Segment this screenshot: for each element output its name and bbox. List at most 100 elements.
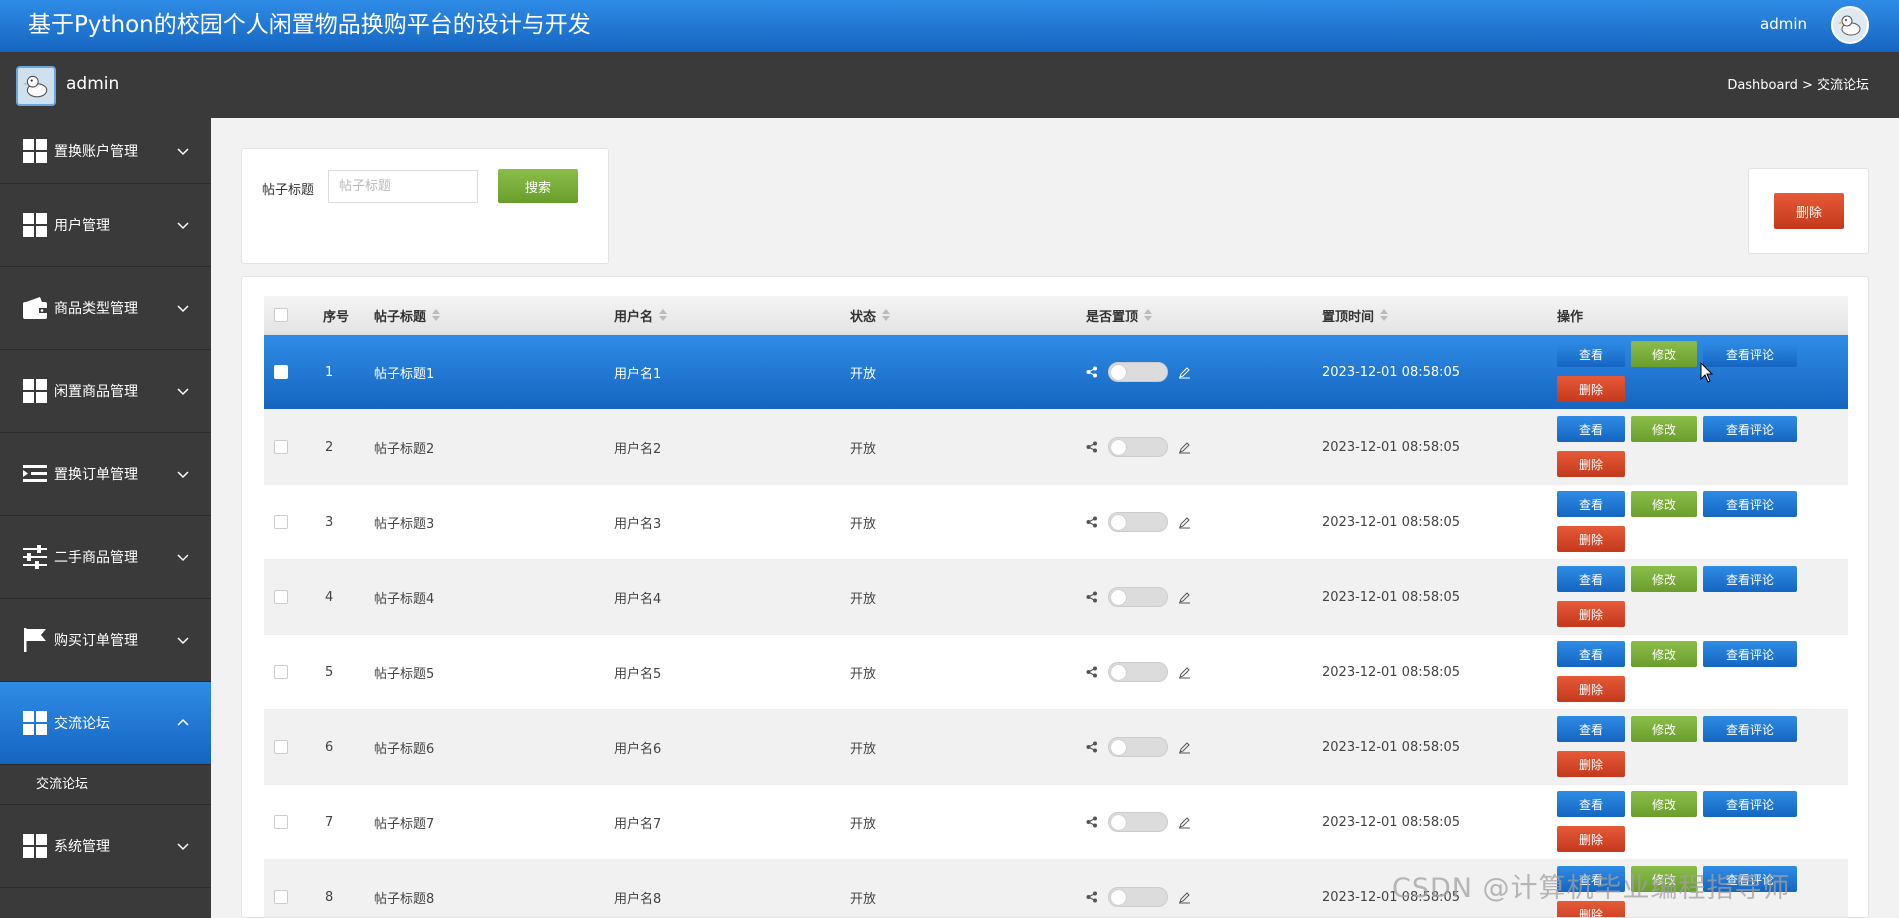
- pin-toggle[interactable]: [1108, 437, 1168, 457]
- row-checkbox[interactable]: [274, 890, 288, 904]
- sort-icon[interactable]: [432, 309, 441, 321]
- view-comments-button[interactable]: 查看评论: [1703, 491, 1797, 517]
- delete-button[interactable]: 删除: [1557, 526, 1625, 552]
- edit-pen-icon[interactable]: [1178, 816, 1191, 829]
- row-checkbox[interactable]: [274, 365, 288, 379]
- sort-icon[interactable]: [1380, 309, 1389, 321]
- edit-button[interactable]: 修改: [1631, 791, 1697, 817]
- view-button[interactable]: 查看: [1557, 716, 1625, 742]
- row-pin-time: 2023-12-01 08:58:05: [1322, 514, 1461, 530]
- edit-button[interactable]: 修改: [1631, 716, 1697, 742]
- view-button[interactable]: 查看: [1557, 641, 1625, 667]
- breadcrumb[interactable]: Dashboard > 交流论坛: [1727, 77, 1869, 95]
- row-select-cell[interactable]: [274, 410, 288, 484]
- col-username[interactable]: 用户名: [614, 296, 668, 334]
- view-comments-button[interactable]: 查看评论: [1703, 566, 1797, 592]
- row-checkbox[interactable]: [274, 440, 288, 454]
- sort-icon[interactable]: [1144, 309, 1153, 321]
- edit-button[interactable]: 修改: [1631, 491, 1697, 517]
- row-select-cell[interactable]: [274, 485, 288, 559]
- pin-toggle[interactable]: [1108, 737, 1168, 757]
- pin-toggle[interactable]: [1108, 812, 1168, 832]
- table-row[interactable]: 7 帖子标题7 用户名7 开放 2023-12-01 08:58:05 查看 修改 查看评论删…: [264, 785, 1848, 860]
- view-comments-button[interactable]: 查看评论: [1703, 341, 1797, 367]
- col-title[interactable]: 帖子标题: [374, 296, 441, 334]
- table-row[interactable]: 4 帖子标题4 用户名4 开放 2023-12-01 08:58:05 查看 修改 查看评论删…: [264, 560, 1848, 635]
- sidebar-item-exchange-accounts[interactable]: 置换账户管理: [0, 118, 211, 184]
- edit-pen-icon[interactable]: [1178, 591, 1191, 604]
- view-comments-button[interactable]: 查看评论: [1703, 791, 1797, 817]
- edit-pen-icon[interactable]: [1178, 741, 1191, 754]
- row-checkbox[interactable]: [274, 740, 288, 754]
- bulk-delete-button[interactable]: 删除: [1774, 193, 1844, 229]
- edit-pen-icon[interactable]: [1178, 666, 1191, 679]
- sidebar-item-second-hand[interactable]: 二手商品管理: [0, 516, 211, 599]
- row-select-cell[interactable]: [274, 710, 288, 784]
- view-comments-button[interactable]: 查看评论: [1703, 641, 1797, 667]
- pin-toggle[interactable]: [1108, 362, 1168, 382]
- row-checkbox[interactable]: [274, 515, 288, 529]
- pin-toggle[interactable]: [1108, 662, 1168, 682]
- header-username[interactable]: admin: [1760, 14, 1807, 34]
- select-all-checkbox[interactable]: [274, 308, 288, 322]
- row-checkbox[interactable]: [274, 590, 288, 604]
- sidebar-avatar[interactable]: [16, 66, 56, 106]
- row-select-cell[interactable]: [274, 635, 288, 709]
- delete-button[interactable]: 删除: [1557, 676, 1625, 702]
- edit-button[interactable]: 修改: [1631, 641, 1697, 667]
- edit-pen-icon[interactable]: [1178, 516, 1191, 529]
- view-button[interactable]: 查看: [1557, 566, 1625, 592]
- sidebar-item-idle-products[interactable]: 闲置商品管理: [0, 350, 211, 433]
- row-status: 开放: [850, 366, 877, 382]
- delete-button[interactable]: 删除: [1557, 601, 1625, 627]
- select-all-cell[interactable]: [274, 296, 288, 334]
- table-row[interactable]: 3 帖子标题3 用户名3 开放 2023-12-01 08:58:05 查看 修改 查看评论删…: [264, 485, 1848, 560]
- view-button[interactable]: 查看: [1557, 791, 1625, 817]
- delete-button[interactable]: 删除: [1557, 751, 1625, 777]
- view-button[interactable]: 查看: [1557, 491, 1625, 517]
- sort-icon[interactable]: [882, 309, 891, 321]
- sidebar-subitem-forum[interactable]: 交流论坛: [0, 765, 211, 805]
- edit-button[interactable]: 修改: [1631, 341, 1697, 367]
- edit-pen-icon[interactable]: [1178, 441, 1191, 454]
- pin-toggle[interactable]: [1108, 887, 1168, 907]
- sidebar-item-forum[interactable]: 交流论坛: [0, 682, 211, 765]
- row-select-cell[interactable]: [274, 785, 288, 859]
- table-row[interactable]: 5 帖子标题5 用户名5 开放 2023-12-01 08:58:05 查看 修改 查看评论删…: [264, 635, 1848, 710]
- view-comments-button[interactable]: 查看评论: [1703, 716, 1797, 742]
- search-button[interactable]: 搜索: [498, 169, 578, 203]
- row-pin-time: 2023-12-01 08:58:05: [1322, 739, 1461, 755]
- row-select-cell[interactable]: [274, 560, 288, 634]
- delete-button[interactable]: 删除: [1557, 826, 1625, 852]
- row-select-cell[interactable]: [274, 335, 288, 409]
- table-row[interactable]: 1 帖子标题1 用户名1 开放 2023-12-01 08:58:05 查看 修改 查看评论删…: [264, 335, 1848, 410]
- row-checkbox[interactable]: [274, 665, 288, 679]
- col-status[interactable]: 状态: [850, 296, 891, 334]
- table-row[interactable]: 2 帖子标题2 用户名2 开放 2023-12-01 08:58:05 查看 修改 查看评论删…: [264, 410, 1848, 485]
- sidebar-item-exchange-orders[interactable]: 置换订单管理: [0, 433, 211, 516]
- sidebar-item-product-types[interactable]: 商品类型管理: [0, 267, 211, 350]
- sidebar-item-users[interactable]: 用户管理: [0, 184, 211, 267]
- pin-toggle[interactable]: [1108, 587, 1168, 607]
- col-pin-time[interactable]: 置顶时间: [1322, 296, 1389, 334]
- sidebar-item-system[interactable]: 系统管理: [0, 805, 211, 888]
- edit-button[interactable]: 修改: [1631, 416, 1697, 442]
- row-select-cell[interactable]: [274, 860, 288, 917]
- delete-button[interactable]: 删除: [1557, 451, 1625, 477]
- row-username: 用户名5: [614, 666, 662, 682]
- edit-pen-icon[interactable]: [1178, 366, 1191, 379]
- sidebar-item-purchase-orders[interactable]: 购买订单管理: [0, 599, 211, 682]
- search-input[interactable]: [328, 170, 478, 203]
- table-row[interactable]: 6 帖子标题6 用户名6 开放 2023-12-01 08:58:05 查看 修改 查看评论删…: [264, 710, 1848, 785]
- view-comments-button[interactable]: 查看评论: [1703, 416, 1797, 442]
- view-button[interactable]: 查看: [1557, 341, 1625, 367]
- row-checkbox[interactable]: [274, 815, 288, 829]
- col-pinned[interactable]: 是否置顶: [1086, 296, 1153, 334]
- sort-icon[interactable]: [659, 309, 668, 321]
- delete-button[interactable]: 删除: [1557, 376, 1625, 402]
- edit-pen-icon[interactable]: [1178, 891, 1191, 904]
- pin-toggle[interactable]: [1108, 512, 1168, 532]
- edit-button[interactable]: 修改: [1631, 566, 1697, 592]
- view-button[interactable]: 查看: [1557, 416, 1625, 442]
- header-avatar[interactable]: [1831, 6, 1869, 44]
